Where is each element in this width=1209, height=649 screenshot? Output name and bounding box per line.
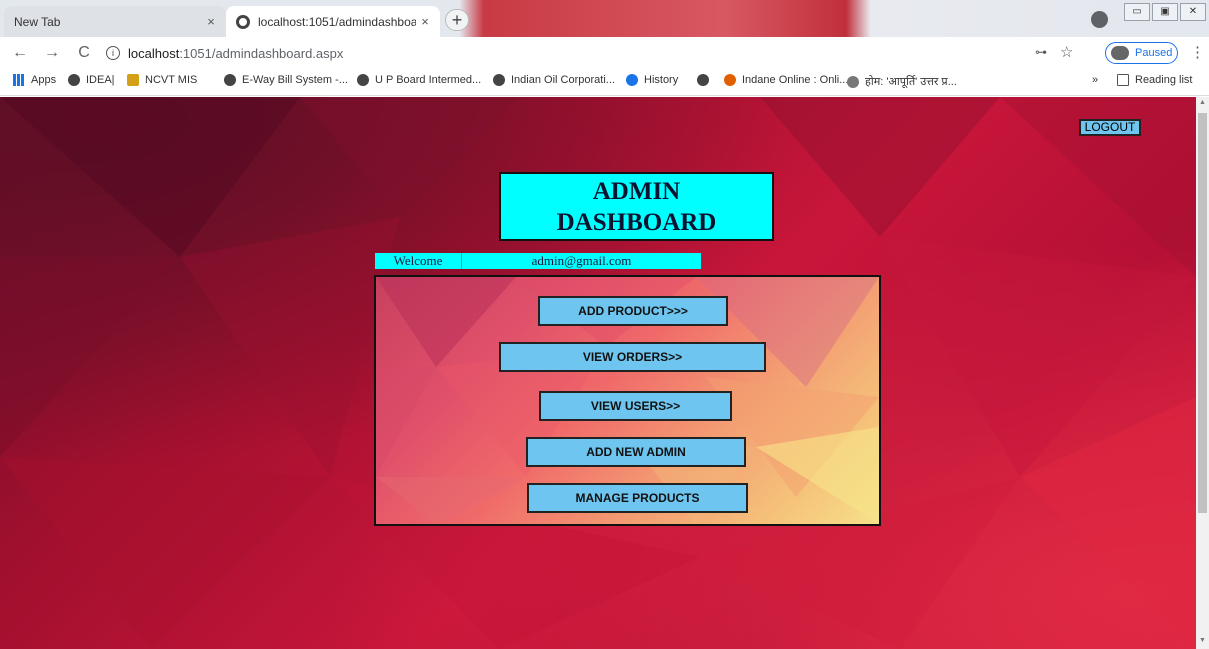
page-viewport: LOGOUT ADMIN DASHBOARD Welcome admin@gma… [0,97,1196,649]
new-tab-button[interactable]: + [445,9,469,31]
key-icon[interactable]: ⊶ [1035,45,1047,59]
browser-toolbar: ← → C i localhost:1051/admindashboard.as… [0,37,1209,69]
ncvt-icon [127,74,139,86]
tab-label: localhost:1051/admindashboard [258,14,416,29]
reading-list-button[interactable]: Reading list [1117,74,1192,86]
scroll-up-icon[interactable]: ▲ [1198,99,1207,109]
bookmark-up-board[interactable]: U P Board Intermed... [357,74,481,86]
manage-products-button[interactable]: MANAGE PRODUCTS [527,483,748,513]
bookmark-label: Indian Oil Corporati... [511,74,615,86]
minimize-button[interactable]: ▭ [1124,3,1150,21]
more-bookmarks-button[interactable]: » [1092,74,1098,86]
back-button[interactable]: ← [8,44,32,62]
tab-strip: New Tab × localhost:1051/admindashboard … [0,0,1209,37]
close-icon[interactable]: × [416,14,434,29]
bookmarks-bar: Apps IDEA| NCVT MIS E-Way Bill System -.… [0,69,1209,96]
star-icon[interactable]: ☆ [1060,43,1073,61]
scroll-down-icon[interactable]: ▼ [1198,637,1207,647]
globe-icon [68,74,80,86]
logout-button[interactable]: LOGOUT [1079,119,1141,136]
bookmark-home-supply[interactable]: होम: 'आपूर्ति' उत्तर प्र... [847,74,957,89]
tab-label: New Tab [14,14,61,29]
title-line-1: ADMIN [592,178,681,205]
add-product-button[interactable]: ADD PRODUCT>>> [538,296,728,326]
scroll-thumb[interactable] [1198,113,1207,513]
window-controls: ▭ ▣ ✕ [1124,3,1206,21]
history-icon [626,74,638,86]
address-bar[interactable]: i localhost:1051/admindashboard.aspx [106,42,343,64]
welcome-bar: Welcome admin@gmail.com [375,253,701,269]
globe-icon [357,74,369,86]
bookmark-label: History [644,74,679,86]
user-email: admin@gmail.com [531,253,632,268]
bookmark-eway-bill[interactable]: E-Way Bill System -... [224,74,348,86]
bookmark-indane[interactable]: Indane Online : Onli... [724,74,848,86]
menu-icon[interactable]: ⋮ [1190,43,1205,61]
bookmark-label: U P Board Intermed... [375,74,482,86]
globe-icon [224,74,236,86]
actions-panel: ADD PRODUCT>>> VIEW ORDERS>> VIEW USERS>… [374,275,881,526]
bookmark-idea[interactable]: IDEA| [68,74,115,86]
bookmark-label: होम: 'आपूर्ति' उत्तर प्र... [865,76,957,88]
close-icon[interactable]: × [202,14,220,29]
add-new-admin-button[interactable]: ADD NEW ADMIN [526,437,746,467]
url-host: localhost [128,45,180,61]
bookmark-apps[interactable]: Apps [13,74,56,86]
apps-icon [13,74,25,86]
bookmark-label: IDEA| [86,74,115,86]
paused-profile-button[interactable]: Paused [1105,42,1178,64]
reading-list-label: Reading list [1135,74,1193,86]
profile-icon[interactable] [1091,11,1108,28]
bookmark-history[interactable]: History [626,74,678,86]
info-icon[interactable]: i [106,46,120,60]
avatar [1111,46,1129,60]
welcome-label: Welcome [375,253,462,269]
globe-icon [236,14,250,29]
vertical-scrollbar[interactable]: ▲ ▼ [1196,97,1209,649]
page-title: ADMIN DASHBOARD [499,172,774,241]
maximize-button[interactable]: ▣ [1152,3,1178,21]
tab-new-tab[interactable]: New Tab × [4,6,226,37]
forward-button[interactable]: → [40,44,64,62]
bookmark-label: Apps [31,74,57,86]
bookmark-globe[interactable] [697,74,715,86]
emblem-icon [847,75,859,88]
view-users-button[interactable]: VIEW USERS>> [539,391,732,421]
globe-icon [697,74,709,86]
reading-list-icon [1117,74,1129,86]
bookmark-label: NCVT MIS [145,74,198,86]
globe-icon [493,74,505,86]
title-line-2: DASHBOARD [556,209,717,236]
close-window-button[interactable]: ✕ [1180,3,1206,21]
bookmark-ncvt-mis[interactable]: NCVT MIS [127,74,197,86]
view-orders-button[interactable]: VIEW ORDERS>> [499,342,766,372]
url-path: :1051/admindashboard.aspx [179,45,344,61]
reload-button[interactable]: C [72,44,96,62]
tab-admin-dashboard[interactable]: localhost:1051/admindashboard × [226,6,440,37]
bookmark-indian-oil[interactable]: Indian Oil Corporati... [493,74,615,86]
bookmark-label: E-Way Bill System -... [242,74,348,86]
bookmark-label: Indane Online : Onli... [742,74,849,86]
indane-icon [724,74,736,86]
paused-label: Paused [1135,47,1173,59]
